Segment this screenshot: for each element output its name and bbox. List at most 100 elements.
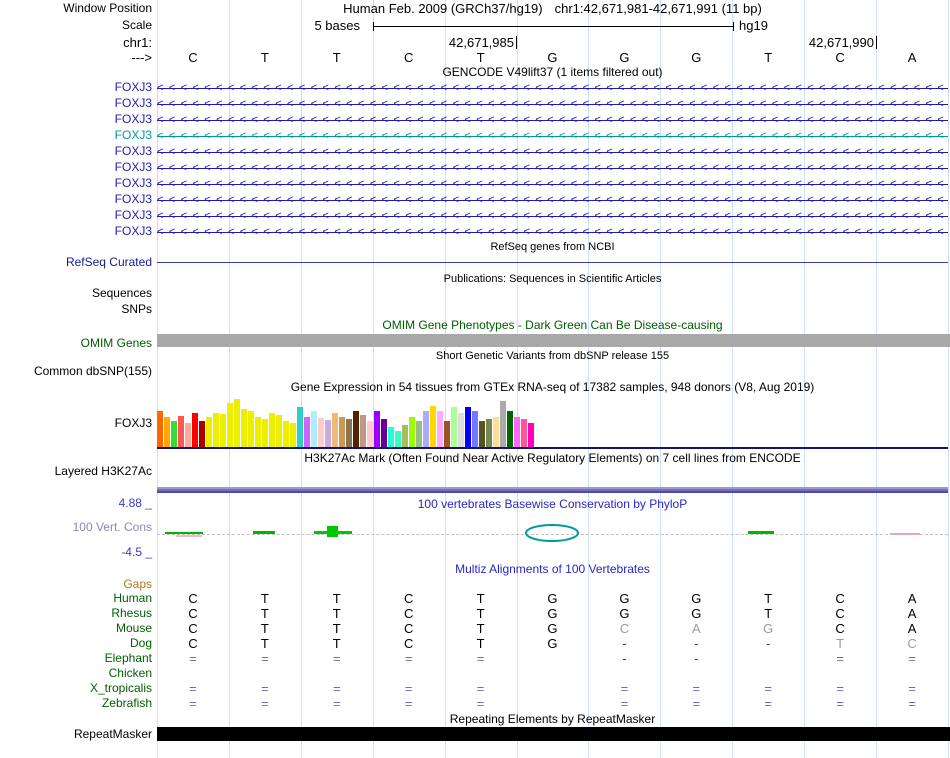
gtex-expression-bar[interactable] [458, 413, 464, 447]
multiz-gaps-label[interactable]: Gaps [0, 578, 152, 591]
gtex-expression-bar[interactable] [325, 420, 331, 447]
gtex-expression-bar[interactable] [185, 423, 191, 447]
gtex-expression-bar[interactable] [430, 406, 436, 447]
h3k27ac-label[interactable]: Layered H3K27Ac [0, 465, 152, 478]
h3k27ac-track[interactable] [157, 487, 948, 493]
gtex-expression-bar[interactable] [395, 431, 401, 447]
gtex-expression-bar[interactable] [262, 419, 268, 447]
repeatmasker-label[interactable]: RepeatMasker [0, 728, 152, 741]
species-label[interactable]: Dog [0, 637, 152, 650]
gtex-expression-bar[interactable] [493, 417, 499, 447]
gtex-expression-bar[interactable] [353, 411, 359, 447]
gene-transcript[interactable]: <<<<<<<<<<<<<<<<<<<<<<<<<<<<<<<<<<<<<<<<… [157, 209, 948, 223]
gtex-expression-bar[interactable] [241, 409, 247, 447]
gtex-expression-bar[interactable] [283, 421, 289, 447]
phylop-signal[interactable] [165, 532, 203, 534]
phylop-signal[interactable] [327, 526, 338, 537]
gtex-expression-bar[interactable] [171, 421, 177, 447]
gene-transcript[interactable]: <<<<<<<<<<<<<<<<<<<<<<<<<<<<<<<<<<<<<<<<… [157, 177, 948, 191]
gene-transcript-label[interactable]: FOXJ3 [0, 97, 152, 110]
gtex-expression-bar[interactable] [192, 413, 198, 447]
gtex-expression-bar[interactable] [234, 399, 240, 447]
gtex-expression-bar[interactable] [472, 411, 478, 447]
publications-sequences-label[interactable]: Sequences [0, 287, 152, 300]
gene-transcript-label[interactable]: FOXJ3 [0, 145, 152, 158]
gtex-expression-bar[interactable] [332, 413, 338, 447]
gtex-expression-bar[interactable] [486, 419, 492, 447]
phylop-label[interactable]: 100 Vert. Cons [0, 521, 152, 534]
phylop-signal[interactable] [748, 531, 774, 534]
gtex-expression-bar[interactable] [199, 421, 205, 447]
gtex-expression-bar[interactable] [416, 421, 422, 447]
gtex-expression-bar[interactable] [311, 411, 317, 447]
gtex-expression-bar[interactable] [465, 407, 471, 447]
gtex-expression-bar[interactable] [507, 411, 513, 447]
gene-transcript-label[interactable]: FOXJ3 [0, 177, 152, 190]
gtex-expression-bar[interactable] [444, 421, 450, 447]
gtex-expression-bar[interactable] [213, 413, 219, 447]
refseq-curated-label[interactable]: RefSeq Curated [0, 256, 152, 269]
species-label[interactable]: Rhesus [0, 607, 152, 620]
gene-transcript[interactable]: <<<<<<<<<<<<<<<<<<<<<<<<<<<<<<<<<<<<<<<<… [157, 225, 948, 239]
gtex-expression-bar[interactable] [521, 419, 527, 447]
gtex-expression-bar[interactable] [423, 411, 429, 447]
gtex-expression-bar[interactable] [248, 411, 254, 447]
gtex-expression-bar[interactable] [255, 417, 261, 447]
gtex-expression-bar[interactable] [388, 427, 394, 447]
gtex-expression-bar[interactable] [297, 407, 303, 447]
gene-transcript[interactable]: <<<<<<<<<<<<<<<<<<<<<<<<<<<<<<<<<<<<<<<<… [157, 129, 948, 143]
species-label[interactable]: Zebrafish [0, 697, 152, 710]
refseq-curated-track[interactable] [157, 262, 948, 263]
repeatmasker-track[interactable] [157, 727, 950, 741]
gene-transcript-label[interactable]: FOXJ3 [0, 129, 152, 142]
gene-transcript[interactable]: <<<<<<<<<<<<<<<<<<<<<<<<<<<<<<<<<<<<<<<<… [157, 145, 948, 159]
phylop-signal[interactable] [176, 535, 202, 537]
phylop-ellipse-mark[interactable] [523, 522, 581, 544]
gtex-expression-bar[interactable] [367, 421, 373, 447]
phylop-signal[interactable] [890, 533, 920, 535]
gtex-expression-bar[interactable] [346, 419, 352, 447]
gtex-expression-bar[interactable] [528, 423, 534, 447]
gene-transcript[interactable]: <<<<<<<<<<<<<<<<<<<<<<<<<<<<<<<<<<<<<<<<… [157, 113, 948, 127]
publications-snps-label[interactable]: SNPs [0, 303, 152, 316]
omim-genes-track[interactable] [157, 334, 950, 347]
gene-transcript[interactable]: <<<<<<<<<<<<<<<<<<<<<<<<<<<<<<<<<<<<<<<<… [157, 81, 948, 95]
dbsnp-label[interactable]: Common dbSNP(155) [0, 365, 152, 378]
gtex-expression-bar[interactable] [318, 418, 324, 447]
gtex-expression-bar[interactable] [269, 413, 275, 447]
gtex-expression-bar[interactable] [206, 417, 212, 447]
gtex-expression-bar[interactable] [276, 415, 282, 447]
gtex-expression-bar[interactable] [220, 414, 226, 447]
gtex-expression-bar[interactable] [409, 417, 415, 447]
gtex-expression-bar[interactable] [178, 416, 184, 447]
gene-transcript[interactable]: <<<<<<<<<<<<<<<<<<<<<<<<<<<<<<<<<<<<<<<<… [157, 97, 948, 111]
gene-transcript[interactable]: <<<<<<<<<<<<<<<<<<<<<<<<<<<<<<<<<<<<<<<<… [157, 161, 948, 175]
gene-transcript-label[interactable]: FOXJ3 [0, 113, 152, 126]
gtex-expression-bar[interactable] [514, 417, 520, 447]
gtex-expression-bar[interactable] [451, 407, 457, 447]
species-label[interactable]: Mouse [0, 622, 152, 635]
gtex-expression-bar[interactable] [339, 417, 345, 447]
gtex-expression-bar[interactable] [479, 421, 485, 447]
gtex-expression-bar[interactable] [304, 417, 310, 447]
gene-transcript-label[interactable]: FOXJ3 [0, 81, 152, 94]
gtex-expression-bar[interactable] [290, 423, 296, 447]
gtex-expression-bar[interactable] [374, 411, 380, 447]
gtex-expression-bar[interactable] [402, 425, 408, 447]
gene-transcript-label[interactable]: FOXJ3 [0, 161, 152, 174]
species-label[interactable]: X_tropicalis [0, 682, 152, 695]
gene-transcript-label[interactable]: FOXJ3 [0, 225, 152, 238]
gtex-expression-bar[interactable] [360, 415, 366, 447]
species-label[interactable]: Chicken [0, 667, 152, 680]
gene-transcript-label[interactable]: FOXJ3 [0, 209, 152, 222]
gtex-expression-bar[interactable] [227, 403, 233, 447]
phylop-signal[interactable] [253, 531, 275, 534]
species-label[interactable]: Elephant [0, 652, 152, 665]
gtex-gene-label[interactable]: FOXJ3 [0, 417, 152, 430]
gtex-expression-bar[interactable] [437, 411, 443, 447]
gene-transcript[interactable]: <<<<<<<<<<<<<<<<<<<<<<<<<<<<<<<<<<<<<<<<… [157, 193, 948, 207]
omim-genes-label[interactable]: OMIM Genes [0, 337, 152, 350]
gene-transcript-label[interactable]: FOXJ3 [0, 193, 152, 206]
gtex-expression-bar[interactable] [157, 411, 163, 447]
species-label[interactable]: Human [0, 592, 152, 605]
